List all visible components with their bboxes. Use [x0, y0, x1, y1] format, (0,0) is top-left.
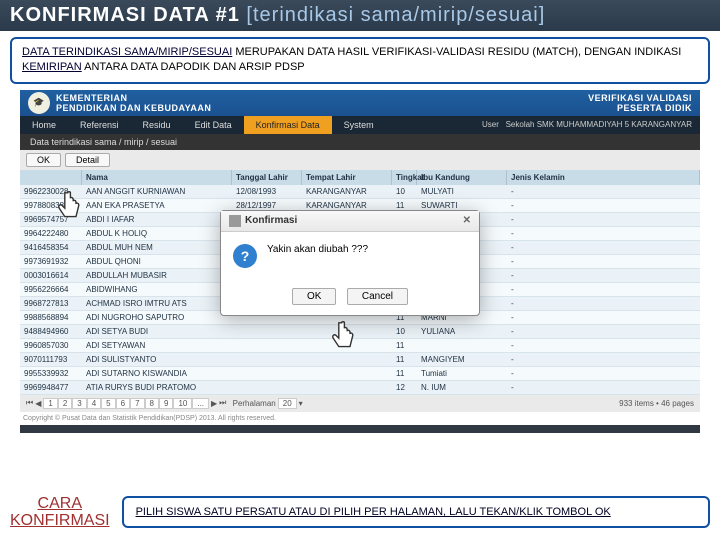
- pager-page[interactable]: 3: [72, 398, 86, 409]
- pager-per-value[interactable]: 20: [278, 398, 297, 409]
- pager-page[interactable]: 4: [87, 398, 101, 409]
- info-box: DATA TERINDIKASI SAMA/MIRIP/SESUAI MERUP…: [10, 37, 710, 84]
- footer-bar: [20, 425, 700, 433]
- tab-referensi[interactable]: Referensi: [68, 116, 131, 134]
- modal-message: Yakin akan diubah ???: [267, 244, 368, 255]
- table-row[interactable]: 9488494960ADI SETYA BUDI10YULIANA-: [20, 325, 700, 339]
- vv-line1: VERIFIKASI VALIDASI: [588, 93, 692, 103]
- table-header: Nama Tanggal Lahir Tempat Lahir Tingkat …: [20, 170, 700, 185]
- pager-last-icon[interactable]: ⏭: [219, 398, 226, 408]
- pager-page[interactable]: 1: [43, 398, 57, 409]
- pager-page[interactable]: 5: [101, 398, 115, 409]
- bottom-instruction: CARAKONFIRMASI PILIH SISWA SATU PERSATU …: [10, 495, 710, 530]
- title-main: KONFIRMASI DATA #1: [10, 4, 240, 26]
- tab-edit-data[interactable]: Edit Data: [183, 116, 244, 134]
- ok-button[interactable]: OK: [26, 153, 61, 167]
- toolbar: OK Detail: [20, 150, 700, 170]
- info-end: ANTARA DATA DAPODIK DAN ARSIP PDSP: [82, 61, 305, 73]
- hand-cursor-icon: [52, 190, 86, 232]
- tab-system[interactable]: System: [332, 116, 386, 134]
- table-row[interactable]: 9960857030ADI SETYAWAN11-: [20, 339, 700, 353]
- detail-button[interactable]: Detail: [65, 153, 110, 167]
- ministry-line1: KEMENTERIAN: [56, 93, 211, 103]
- col-nama: Nama: [82, 170, 232, 185]
- modal-icon: [229, 215, 241, 227]
- col-tgl-lahir: Tanggal Lahir: [232, 170, 302, 185]
- info-underline-2: KEMIRIPAN: [22, 61, 82, 73]
- copyright: Copyright © Pusat Data dan Statistik Pen…: [20, 412, 700, 425]
- pager-page[interactable]: 6: [116, 398, 130, 409]
- col-tempat-lahir: Tempat Lahir: [302, 170, 392, 185]
- col-id: [20, 170, 82, 185]
- tab-home[interactable]: Home: [20, 116, 68, 134]
- instruction-box: PILIH SISWA SATU PERSATU ATAU DI PILIH P…: [122, 496, 710, 528]
- table-row[interactable]: 9070111793ADI SULISTYANTO11MANGIYEM-: [20, 353, 700, 367]
- subheader: Data terindikasi sama / mirip / sesuai: [20, 134, 700, 150]
- confirm-modal: Konfirmasi ✕ ? Yakin akan diubah ??? OK …: [220, 210, 480, 316]
- pager-page[interactable]: 2: [58, 398, 72, 409]
- tab-residu[interactable]: Residu: [131, 116, 183, 134]
- pager-page[interactable]: 9: [159, 398, 173, 409]
- modal-title: Konfirmasi: [245, 215, 297, 226]
- col-tingkat: Tingkat: [392, 170, 417, 185]
- table-row[interactable]: 9955339932ADI SUTARNO KISWANDIA11Tumiati…: [20, 367, 700, 381]
- nav-bar: Home Referensi Residu Edit Data Konfirma…: [20, 116, 700, 134]
- col-ibu: Ibu Kandung: [417, 170, 507, 185]
- hand-cursor-icon: [326, 320, 360, 362]
- cara-label: CARAKONFIRMASI: [10, 495, 110, 530]
- tab-konfirmasi-data[interactable]: Konfirmasi Data: [244, 116, 332, 134]
- title-sub: [terindikasi sama/mirip/sesuai]: [246, 4, 545, 26]
- vv-line2: PESERTA DIDIK: [588, 103, 692, 113]
- pager-prev-icon[interactable]: ◀: [35, 399, 41, 408]
- modal-cancel-button[interactable]: Cancel: [347, 288, 408, 305]
- pager-page[interactable]: 7: [130, 398, 144, 409]
- table-row[interactable]: 9962230028AAN ANGGIT KURNIAWAN12/08/1993…: [20, 185, 700, 199]
- pager-next-icon[interactable]: ▶: [211, 399, 217, 408]
- pager-first-icon[interactable]: ⏮: [26, 398, 33, 408]
- col-jk: Jenis Kelamin: [507, 170, 700, 185]
- close-icon[interactable]: ✕: [463, 215, 471, 226]
- info-underline-1: DATA TERINDIKASI SAMA/MIRIP/SESUAI: [22, 46, 232, 58]
- question-icon: ?: [233, 244, 257, 268]
- slide-title: KONFIRMASI DATA #1 [terindikasi sama/mir…: [0, 0, 720, 31]
- ministry-header: 🎓 KEMENTERIAN PENDIDIKAN DAN KEBUDAYAAN …: [20, 90, 700, 116]
- ministry-line2: PENDIDIKAN DAN KEBUDAYAAN: [56, 103, 211, 113]
- table-row[interactable]: 9969948477ATIA RURYS BUDI PRATOMO12N. IU…: [20, 381, 700, 395]
- pager-page[interactable]: ...: [192, 398, 209, 409]
- modal-ok-button[interactable]: OK: [292, 288, 336, 305]
- info-text: MERUPAKAN DATA HASIL VERIFIKASI-VALIDASI…: [232, 46, 681, 58]
- ministry-logo-icon: 🎓: [28, 92, 50, 114]
- pager-total: 933 items • 46 pages: [619, 399, 694, 408]
- app-screenshot: 🎓 KEMENTERIAN PENDIDIKAN DAN KEBUDAYAAN …: [20, 90, 700, 433]
- pager-page[interactable]: 10: [173, 398, 192, 409]
- pager: ⏮ ◀ 12345678910... ▶ ⏭ Perhalaman 20 ▾ 9…: [20, 395, 700, 412]
- pager-page[interactable]: 8: [145, 398, 159, 409]
- pager-per-label: Perhalaman: [233, 399, 276, 408]
- user-info: User Sekolah SMK MUHAMMADIYAH 5 KARANGAN…: [474, 116, 700, 134]
